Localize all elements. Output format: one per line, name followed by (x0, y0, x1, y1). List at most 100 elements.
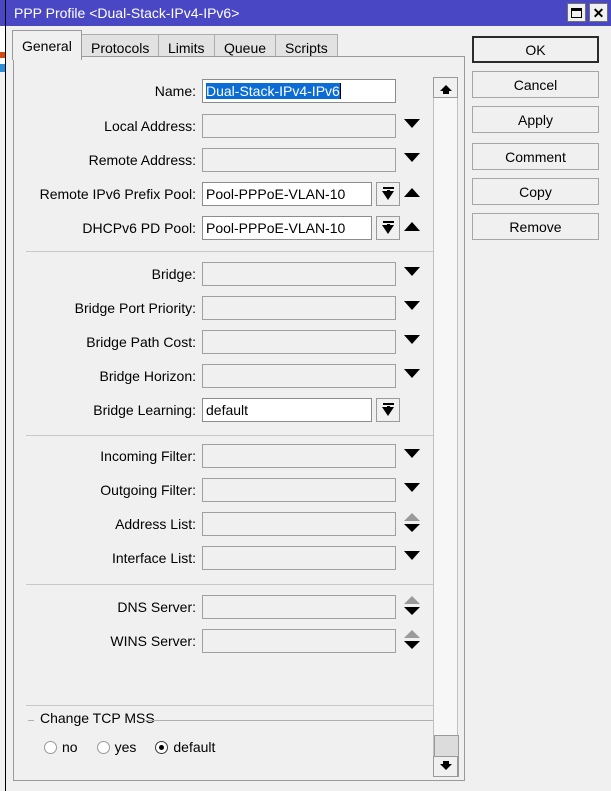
chevron-down-icon[interactable] (404, 483, 420, 492)
desktop-strip-seg (0, 0, 5, 26)
radio-default[interactable] (155, 741, 168, 754)
field-input[interactable]: Pool-PPPoE-VLAN-10 (202, 182, 372, 206)
desktop-strip-seg (0, 64, 5, 72)
chevron-down-icon[interactable] (404, 301, 420, 310)
form-row: Interface List: (14, 546, 454, 570)
field-label: Bridge: (152, 262, 196, 286)
field-label-wrap: Incoming Filter: (14, 444, 196, 468)
field-input[interactable] (202, 444, 396, 468)
window-titlebar[interactable]: PPP Profile <Dual-Stack-IPv4-IPv6> ✕ (6, 0, 611, 26)
field-input[interactable] (202, 629, 396, 653)
field-input[interactable] (202, 296, 396, 320)
field-label-wrap: Outgoing Filter: (14, 478, 196, 502)
field-input[interactable] (202, 114, 396, 138)
field-input[interactable] (202, 148, 396, 172)
form-row: Remote IPv6 Prefix Pool:Pool-PPPoE-VLAN-… (14, 182, 454, 206)
tab-label: General (22, 38, 72, 54)
field-input[interactable] (202, 262, 396, 286)
chevron-down-icon[interactable] (404, 153, 420, 162)
scroll-up-button[interactable] (433, 77, 458, 98)
field-input[interactable] (202, 546, 396, 570)
dropdown-bar-icon (383, 403, 394, 405)
apply-button[interactable]: Apply (472, 106, 599, 133)
field-input[interactable] (202, 330, 396, 354)
chevron-up-icon[interactable] (404, 513, 420, 521)
form-scrollbar[interactable] (433, 77, 458, 777)
form-row: Address List: (14, 512, 454, 536)
field-label: Name: (155, 79, 196, 103)
dropdown-arrow-icon (382, 191, 394, 200)
chevron-up-icon[interactable] (404, 630, 420, 638)
restore-button[interactable] (567, 3, 586, 22)
field-label: DNS Server: (117, 595, 196, 619)
close-icon: ✕ (593, 6, 605, 20)
remove-button[interactable]: Remove (472, 213, 599, 240)
scrollbar-track[interactable] (433, 98, 458, 756)
tab-label: Limits (168, 40, 205, 56)
radio-no[interactable] (44, 741, 57, 754)
updown-spinner[interactable] (404, 596, 420, 618)
form-row: WINS Server: (14, 629, 454, 653)
field-input[interactable] (202, 512, 396, 536)
window-title: PPP Profile <Dual-Stack-IPv4-IPv6> (14, 0, 239, 26)
radio-label: yes (115, 739, 137, 755)
form-row: DHCPv6 PD Pool:Pool-PPPoE-VLAN-10 (14, 216, 454, 240)
field-input[interactable]: Dual-Stack-IPv4-IPv6 (202, 79, 396, 103)
chevron-down-icon[interactable] (404, 524, 420, 532)
comment-button[interactable]: Comment (472, 143, 599, 170)
field-value: Dual-Stack-IPv4-IPv6 (206, 83, 340, 99)
chevron-down-icon[interactable] (404, 335, 420, 344)
chevron-down-icon[interactable] (404, 267, 420, 276)
copy-button[interactable]: Copy (472, 178, 599, 205)
scroll-up-arrow-icon (440, 85, 452, 91)
field-label: Bridge Path Cost: (86, 330, 196, 354)
dropdown-bar-icon (383, 221, 394, 223)
chevron-up-icon[interactable] (404, 222, 420, 231)
chevron-down-icon[interactable] (404, 551, 420, 560)
ok-button[interactable]: OK (472, 36, 599, 63)
updown-spinner[interactable] (404, 513, 420, 535)
scroll-down-button[interactable] (433, 756, 458, 777)
chevron-down-icon[interactable] (404, 369, 420, 378)
scroll-down-arrow-icon (440, 764, 452, 770)
button-label: Copy (519, 184, 552, 200)
field-label-wrap: Bridge Learning: (14, 398, 196, 422)
field-input[interactable]: default (202, 398, 372, 422)
field-label: Interface List: (112, 546, 196, 570)
close-button[interactable]: ✕ (589, 3, 608, 22)
group-legend: Change TCP MSS (36, 710, 159, 726)
tab-label: Queue (224, 40, 266, 56)
dialog-button-column: OK Cancel Apply Comment Copy Remove (472, 36, 599, 248)
field-input[interactable]: Pool-PPPoE-VLAN-10 (202, 216, 372, 240)
cancel-button[interactable]: Cancel (472, 71, 599, 98)
updown-spinner[interactable] (404, 630, 420, 652)
chevron-up-icon[interactable] (404, 188, 420, 197)
field-label: Local Address: (104, 114, 196, 138)
dropdown-list-button[interactable] (376, 398, 400, 422)
field-label-wrap: DHCPv6 PD Pool: (14, 216, 196, 240)
field-label: Address List: (115, 512, 196, 536)
chevron-down-icon[interactable] (404, 449, 420, 458)
form-row: DNS Server: (14, 595, 454, 619)
dropdown-arrow-icon (382, 407, 394, 416)
field-label: Remote Address: (89, 148, 196, 172)
chevron-up-icon[interactable] (404, 596, 420, 604)
field-label-wrap: Local Address: (14, 114, 196, 138)
restore-icon (571, 8, 582, 18)
form-row: Outgoing Filter: (14, 478, 454, 502)
dropdown-list-button[interactable] (376, 216, 400, 240)
button-label: Comment (505, 149, 566, 165)
window-controls: ✕ (567, 3, 608, 22)
field-label-wrap: Bridge Port Priority: (14, 296, 196, 320)
dropdown-list-button[interactable] (376, 182, 400, 206)
radio-yes[interactable] (97, 741, 110, 754)
text-caret (340, 83, 341, 99)
button-label: Apply (518, 112, 553, 128)
chevron-down-icon[interactable] (404, 119, 420, 128)
field-input[interactable] (202, 364, 396, 388)
tab-general[interactable]: General (12, 30, 82, 60)
chevron-down-icon[interactable] (404, 607, 420, 615)
field-input[interactable] (202, 478, 396, 502)
chevron-down-icon[interactable] (404, 641, 420, 649)
field-input[interactable] (202, 595, 396, 619)
